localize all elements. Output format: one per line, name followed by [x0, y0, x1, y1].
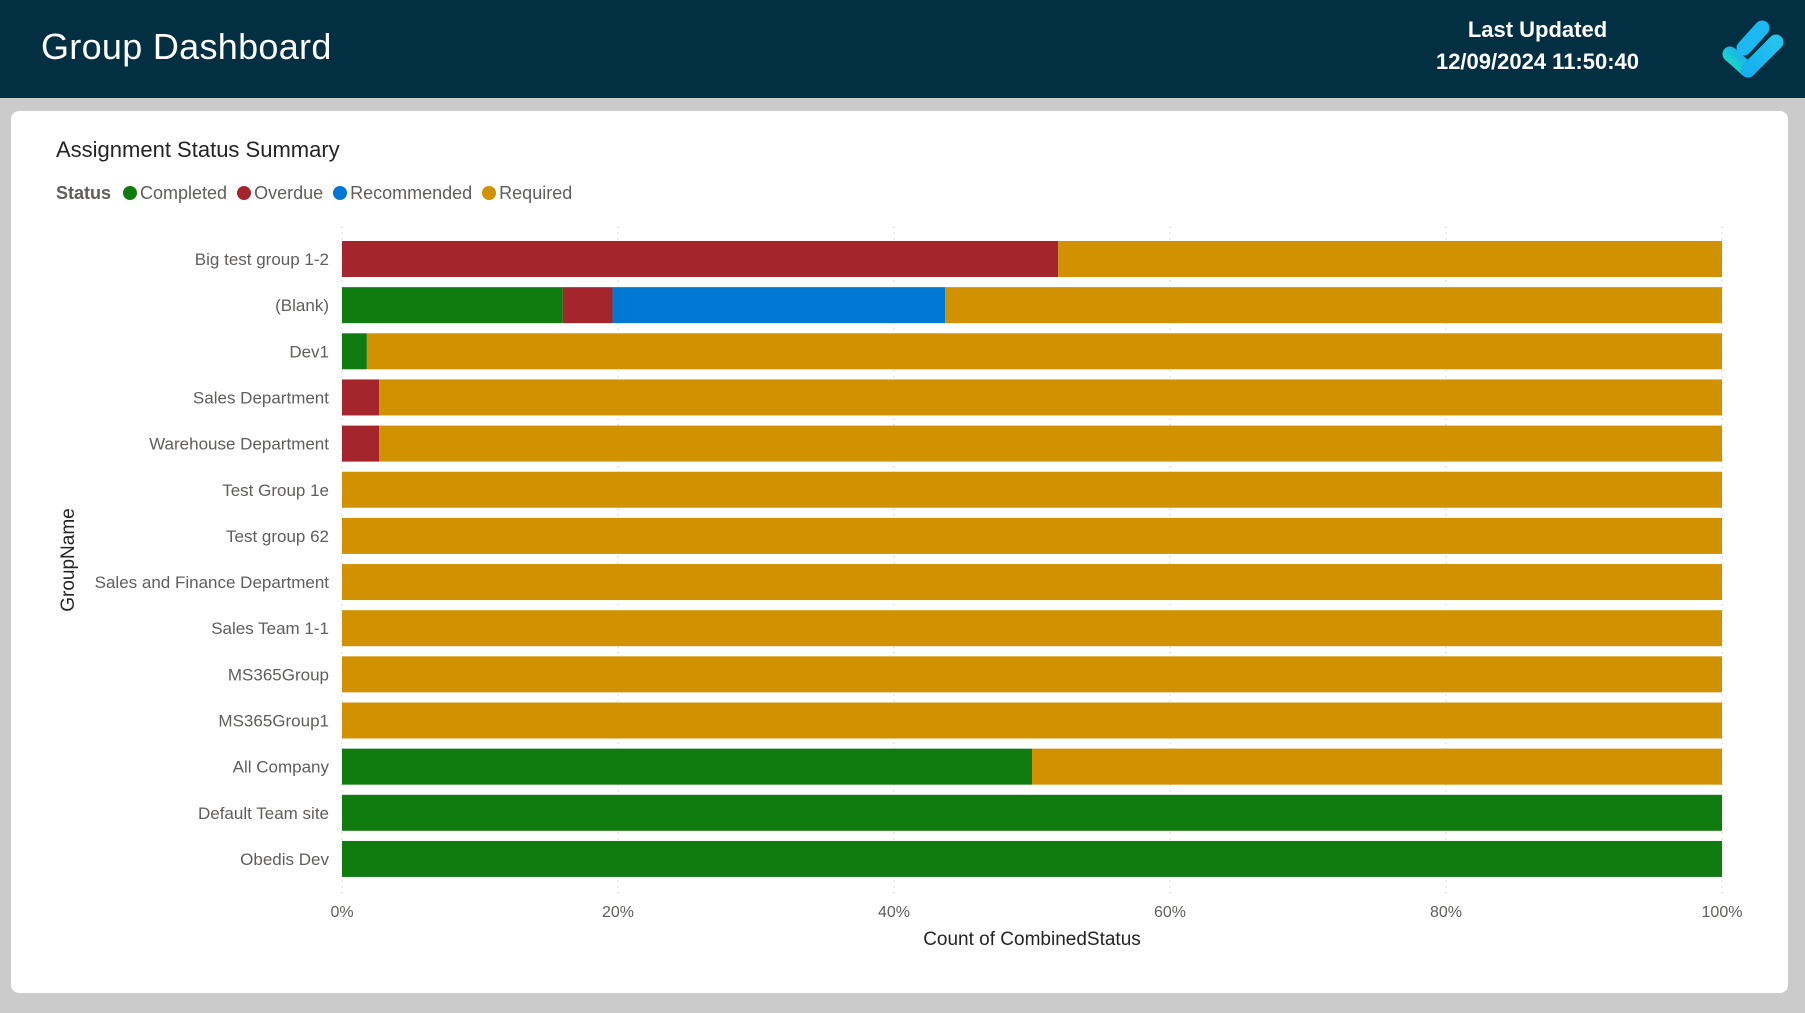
category-label: Sales and Finance Department	[95, 573, 330, 592]
category-label: Warehouse Department	[149, 435, 329, 454]
bar-blank-overdue[interactable]	[562, 287, 613, 324]
category-label: Big test group 1-2	[195, 250, 329, 269]
bar-sales-department-overdue[interactable]	[342, 379, 380, 416]
category-label: Test group 62	[226, 527, 329, 546]
bar-default-team-site-completed[interactable]	[342, 794, 1722, 831]
category-label: MS365Group	[228, 665, 329, 684]
bar-sales-department-required[interactable]	[379, 379, 1722, 416]
bars	[342, 241, 1723, 877]
category-label: All Company	[233, 758, 330, 777]
bar-ms365group1-required[interactable]	[342, 702, 1722, 739]
bar-blank-recommended[interactable]	[612, 287, 946, 324]
bar-test-group-1e-required[interactable]	[342, 471, 1722, 508]
bar-obedis-dev-completed[interactable]	[342, 840, 1722, 877]
bar-sales-team-1-1-required[interactable]	[342, 610, 1722, 647]
bar-all-company-required[interactable]	[1032, 748, 1722, 785]
category-label: Obedis Dev	[240, 850, 329, 869]
stacked-bar-chart: Big test group 1-2 (Blank) Dev1 Sales Depar…	[58, 226, 1742, 950]
x-axis-title: Count of CombinedStatus	[923, 929, 1141, 950]
x-tick-label: 0%	[330, 904, 353, 921]
category-label: (Blank)	[275, 296, 329, 315]
x-tick-label: 40%	[878, 904, 910, 921]
bar-all-company-completed[interactable]	[342, 748, 1032, 785]
category-label: MS365Group1	[218, 712, 329, 731]
bar-blank-completed[interactable]	[342, 287, 563, 324]
x-tick-label: 60%	[1154, 904, 1186, 921]
category-label: Test Group 1e	[222, 481, 329, 500]
x-tick-label: 20%	[602, 904, 634, 921]
bar-blank-required[interactable]	[945, 287, 1722, 324]
bar-test-group-62-required[interactable]	[342, 517, 1722, 554]
category-labels: Big test group 1-2 (Blank) Dev1 Sales Depar…	[95, 250, 330, 869]
category-label: Sales Team 1-1	[211, 619, 329, 638]
bar-warehouse-department-overdue[interactable]	[342, 425, 380, 462]
x-tick-label: 80%	[1430, 904, 1462, 921]
category-label: Default Team site	[198, 804, 329, 823]
x-tick-label: 100%	[1702, 904, 1743, 921]
bar-dev1-completed[interactable]	[342, 333, 367, 370]
bar-sales-and-finance-department-required[interactable]	[342, 564, 1722, 601]
category-label: Dev1	[289, 342, 329, 361]
y-axis-title: GroupName	[58, 508, 79, 612]
bar-big-test-group-1-2-required[interactable]	[1058, 241, 1722, 277]
bar-warehouse-department-required[interactable]	[379, 425, 1722, 462]
bar-ms365group-required[interactable]	[342, 656, 1722, 693]
category-label: Sales Department	[193, 388, 329, 407]
bar-dev1-required[interactable]	[366, 333, 1723, 370]
x-tick-labels: 0% 20% 40% 60% 80% 100%	[330, 904, 1742, 921]
bar-big-test-group-1-2-overdue[interactable]	[342, 241, 1059, 277]
